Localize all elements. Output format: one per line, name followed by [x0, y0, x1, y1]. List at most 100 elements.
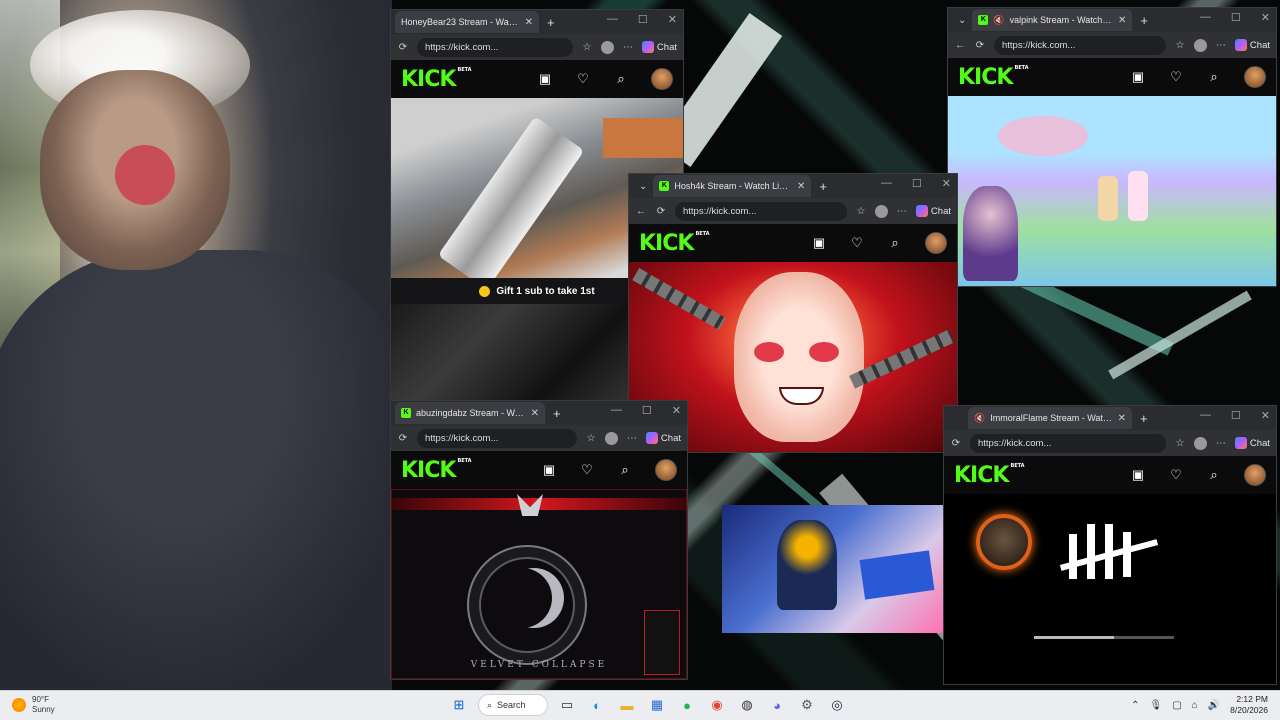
following-icon[interactable]: ▣: [811, 235, 827, 251]
kick-logo[interactable]: KICK BETA: [401, 67, 472, 92]
copilot-chat-button[interactable]: Chat: [641, 41, 677, 53]
favorite-icon[interactable]: ☆: [1174, 438, 1186, 449]
minimize-icon[interactable]: —: [611, 404, 622, 417]
volume-icon[interactable]: 🔊: [1208, 700, 1220, 711]
favorite-icon[interactable]: ☆: [585, 433, 597, 444]
more-icon[interactable]: ⋯: [622, 42, 634, 53]
kick-logo[interactable]: KICK BETA: [401, 458, 472, 483]
more-icon[interactable]: ⋯: [626, 433, 638, 444]
kick-logo[interactable]: KICK BETA: [958, 65, 1029, 90]
user-avatar[interactable]: [651, 68, 673, 90]
chrome-icon[interactable]: ◉: [706, 694, 728, 716]
chevron-up-icon[interactable]: ⌃: [1131, 700, 1139, 711]
profile-icon[interactable]: [1193, 436, 1207, 450]
close-window-icon[interactable]: ✕: [942, 177, 951, 190]
maximize-icon[interactable]: ☐: [1231, 409, 1241, 422]
following-icon[interactable]: ▣: [1130, 467, 1146, 483]
copilot-chat-button[interactable]: Chat: [1234, 437, 1270, 449]
obs-icon[interactable]: ◍: [736, 694, 758, 716]
heart-icon[interactable]: ♡: [579, 462, 595, 478]
search-icon[interactable]: ⌕: [613, 71, 629, 87]
new-tab-icon[interactable]: +: [1140, 13, 1148, 28]
maximize-icon[interactable]: ☐: [638, 13, 648, 26]
stream-video[interactable]: [948, 96, 1276, 286]
stream-video[interactable]: VELVET COLLAPSE: [391, 489, 687, 679]
refresh-icon[interactable]: ⟳: [397, 433, 409, 444]
profile-icon[interactable]: [874, 204, 888, 218]
close-window-icon[interactable]: ✕: [1261, 11, 1270, 24]
user-avatar[interactable]: [1244, 464, 1266, 486]
browser-window-valpink[interactable]: ⌄ K 🔇 valpink Stream - Watch Live on Kic…: [947, 7, 1277, 287]
refresh-icon[interactable]: ⟳: [397, 42, 409, 53]
heart-icon[interactable]: ♡: [1168, 467, 1184, 483]
tab-abuzing[interactable]: K abuzingdabz Stream - Watch Live on Kic…: [395, 402, 545, 424]
close-tab-icon[interactable]: ✕: [1118, 15, 1126, 26]
microphone-icon[interactable]: 🎙: [1150, 700, 1163, 711]
maximize-icon[interactable]: ☐: [1231, 11, 1241, 24]
network-icon[interactable]: ⌂: [1192, 700, 1198, 711]
muted-icon[interactable]: 🔇: [993, 15, 1004, 26]
new-tab-icon[interactable]: +: [819, 179, 827, 194]
kick-logo[interactable]: KICK BETA: [954, 463, 1025, 488]
browser-window-immoral[interactable]: 🔇 ImmoralFlame Stream - Watch Live on Ki…: [943, 405, 1277, 685]
spotify-icon[interactable]: ●: [676, 694, 698, 716]
stream-preview[interactable]: [722, 505, 946, 633]
heart-icon[interactable]: ♡: [849, 235, 865, 251]
stream-video[interactable]: [944, 494, 1276, 684]
more-icon[interactable]: ⋯: [1215, 438, 1227, 449]
windows-start-icon[interactable]: ⊞: [448, 694, 470, 716]
profile-icon[interactable]: [1193, 38, 1207, 52]
close-window-icon[interactable]: ✕: [1261, 409, 1270, 422]
tab-honeybear[interactable]: HoneyBear23 Stream - Watch Live on Kick …: [395, 11, 539, 33]
close-tab-icon[interactable]: ✕: [525, 17, 533, 28]
profile-icon[interactable]: [604, 431, 618, 445]
maximize-icon[interactable]: ☐: [912, 177, 922, 190]
edge-icon[interactable]: ◐: [586, 694, 608, 716]
tab-valpink[interactable]: K 🔇 valpink Stream - Watch Live on Kick …: [972, 9, 1133, 31]
close-tab-icon[interactable]: ✕: [531, 408, 539, 419]
following-icon[interactable]: ▣: [1130, 69, 1146, 85]
favorite-icon[interactable]: ☆: [1174, 40, 1186, 51]
muted-icon[interactable]: 🔇: [974, 413, 985, 424]
more-icon[interactable]: ⋯: [896, 206, 908, 217]
heart-icon[interactable]: ♡: [575, 71, 591, 87]
tab-hoshi[interactable]: K Hosh4k Stream - Watch Live on Kick ✕: [653, 175, 812, 197]
address-bar[interactable]: https://kick.com...: [417, 428, 577, 448]
copilot-chat-button[interactable]: Chat: [1234, 39, 1270, 51]
minimize-icon[interactable]: —: [1200, 409, 1211, 422]
search-icon[interactable]: ⌕: [887, 235, 903, 251]
new-tab-icon[interactable]: +: [547, 15, 555, 30]
search-icon[interactable]: ⌕: [617, 462, 633, 478]
maximize-icon[interactable]: ☐: [642, 404, 652, 417]
address-bar[interactable]: https://kick.com...: [417, 37, 573, 57]
refresh-icon[interactable]: ⟳: [950, 438, 962, 449]
file-explorer-icon[interactable]: ▬: [616, 694, 638, 716]
new-tab-icon[interactable]: +: [553, 406, 561, 421]
steam-icon[interactable]: ◎: [826, 694, 848, 716]
task-view-icon[interactable]: ▭: [556, 694, 578, 716]
copilot-chat-button[interactable]: Chat: [645, 432, 681, 444]
settings-icon[interactable]: ⚙: [796, 694, 818, 716]
address-bar[interactable]: https://kick.com...: [994, 35, 1166, 55]
browser-window-abuzing[interactable]: K abuzingdabz Stream - Watch Live on Kic…: [390, 400, 688, 680]
favorite-icon[interactable]: ☆: [855, 206, 867, 217]
store-icon[interactable]: ▦: [646, 694, 668, 716]
refresh-icon[interactable]: ⟳: [655, 206, 667, 217]
tab-actions-chevron-icon[interactable]: ⌄: [958, 15, 966, 26]
clock[interactable]: 2:12 PM 8/20/2026: [1230, 694, 1268, 716]
search-icon[interactable]: ⌕: [1206, 467, 1222, 483]
profile-icon[interactable]: [600, 40, 614, 54]
discord-icon[interactable]: ◕: [766, 694, 788, 716]
address-bar[interactable]: https://kick.com...: [970, 433, 1166, 453]
refresh-icon[interactable]: ⟳: [974, 40, 986, 51]
display-icon[interactable]: ▢: [1172, 700, 1181, 711]
minimize-icon[interactable]: —: [607, 13, 618, 26]
weather-widget[interactable]: 90°F Sunny: [12, 695, 55, 715]
close-window-icon[interactable]: ✕: [672, 404, 681, 417]
back-icon[interactable]: ←: [954, 40, 966, 51]
address-bar[interactable]: https://kick.com...: [675, 201, 847, 221]
back-icon[interactable]: ←: [635, 206, 647, 217]
minimize-icon[interactable]: —: [881, 177, 892, 190]
more-icon[interactable]: ⋯: [1215, 40, 1227, 51]
kick-logo[interactable]: KICK BETA: [639, 231, 710, 256]
